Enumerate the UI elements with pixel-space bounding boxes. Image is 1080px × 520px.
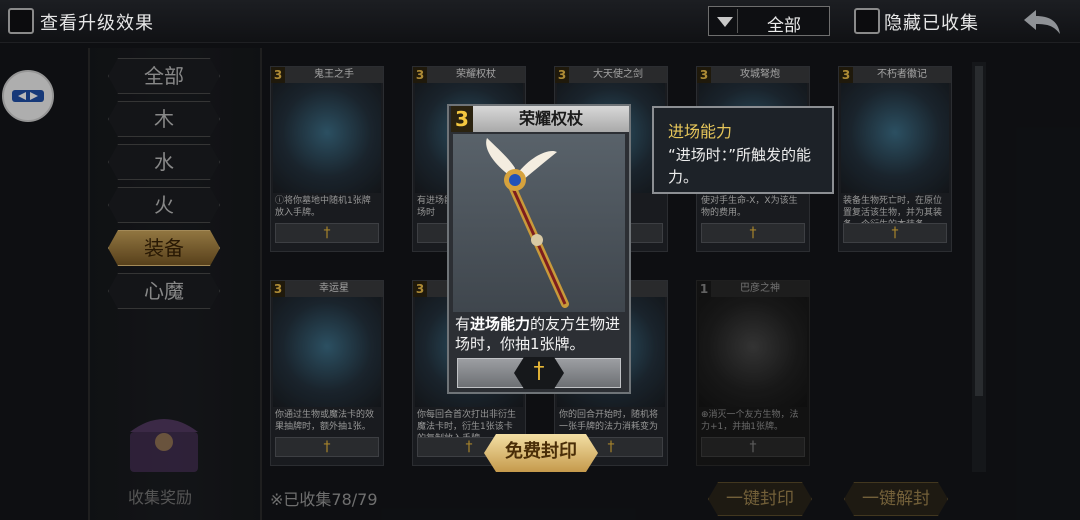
keyword-tooltip: 进场能力 “进场时：”所触发的能力。: [652, 106, 834, 194]
popup-card-footer: †: [457, 357, 621, 389]
chevron-down-icon: [711, 9, 738, 33]
upgrade-effect-checkbox[interactable]: [8, 8, 34, 34]
popup-card-art: [453, 134, 625, 312]
popup-card-cost: 3: [451, 106, 474, 132]
back-arrow-icon[interactable]: [1020, 8, 1064, 36]
popup-desc-pre: 有: [455, 315, 471, 333]
upgrade-effect-label: 查看升级效果: [40, 13, 154, 34]
top-bar: 查看升级效果 全部 隐藏已收集: [0, 0, 1080, 43]
filter-value: 全部: [767, 16, 801, 36]
hide-collected-checkbox[interactable]: [854, 8, 880, 34]
dagger-icon: †: [533, 359, 545, 384]
equipment-type-gem: †: [514, 357, 564, 389]
popup-desc-keyword[interactable]: 进场能力: [470, 315, 530, 333]
tooltip-title: 进场能力: [668, 122, 733, 141]
tooltip-body: “进场时：”所触发的能力。: [668, 146, 812, 186]
filter-dropdown[interactable]: 全部: [708, 6, 830, 36]
scepter-icon: [486, 138, 569, 308]
card-detail-popup: 3 荣耀权杖 有进场能力的友方生物进场时，你抽1张牌。 †: [447, 104, 631, 394]
popup-card-name: 荣耀权杖: [473, 106, 629, 132]
hide-collected-label: 隐藏已收集: [884, 13, 979, 34]
free-seal-button[interactable]: 免费封印: [484, 434, 598, 472]
popup-card-description: 有进场能力的友方生物进场时，你抽1张牌。: [455, 314, 625, 354]
